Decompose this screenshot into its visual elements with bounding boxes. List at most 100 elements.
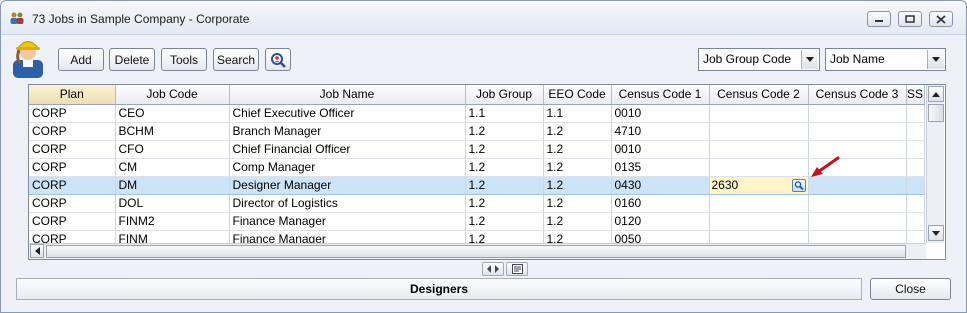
cell-plan[interactable]: CORP: [29, 104, 116, 123]
cell-census-code-1[interactable]: 0010: [611, 104, 710, 123]
cell-census-code-3[interactable]: [808, 212, 907, 231]
cell-job-code[interactable]: BCHM: [115, 122, 230, 141]
cell-census-code-2[interactable]: [709, 122, 809, 141]
census-code-2-editor[interactable]: 2630: [709, 175, 809, 195]
cell-census-code-1[interactable]: 4710: [611, 122, 710, 141]
cell-plan[interactable]: CORP: [29, 194, 116, 213]
cell-eeo-code[interactable]: 1.2: [543, 140, 612, 159]
cell-job-group[interactable]: 1.2: [465, 140, 544, 159]
horizontal-scroll-thumb[interactable]: [46, 245, 906, 258]
cell-job-name[interactable]: Finance Manager: [229, 212, 466, 231]
minimize-icon: [875, 20, 883, 22]
split-toggle-button[interactable]: [482, 262, 504, 276]
cell-job-group[interactable]: 1.2: [465, 175, 544, 195]
vertical-scrollbar[interactable]: [926, 85, 944, 243]
cell-job-name[interactable]: Director of Logistics: [229, 194, 466, 213]
scroll-down-button[interactable]: [928, 225, 944, 241]
cell-census-code-1[interactable]: 0160: [611, 194, 710, 213]
cell-census-code-2[interactable]: [709, 158, 809, 177]
column-header-census-code-1[interactable]: Census Code 1: [611, 85, 710, 105]
cell-job-name[interactable]: Chief Executive Officer: [229, 104, 466, 123]
cell-eeo-code[interactable]: 1.2: [543, 175, 612, 195]
cell-job-group[interactable]: 1.2: [465, 194, 544, 213]
cell-eeo-code[interactable]: 1.2: [543, 158, 612, 177]
cell-eeo-code[interactable]: 1.2: [543, 212, 612, 231]
table-row[interactable]: CORP DOL Director of Logistics 1.2 1.2 0…: [29, 194, 925, 213]
detail-view-button[interactable]: [506, 262, 528, 276]
column-header-job-group[interactable]: Job Group: [465, 85, 544, 105]
cell-eeo-code[interactable]: 1.2: [543, 194, 612, 213]
delete-button[interactable]: Delete: [109, 48, 155, 71]
horizontal-scrollbar[interactable]: [29, 243, 926, 259]
cell-census-code-1[interactable]: 0430: [611, 175, 710, 195]
column-header-census-code-2[interactable]: Census Code 2: [709, 85, 809, 105]
cell-census-code-1[interactable]: 0135: [611, 158, 710, 177]
minimize-button[interactable]: [867, 11, 891, 27]
window-close-button[interactable]: [929, 11, 953, 27]
cell-census-code-2[interactable]: [709, 140, 809, 159]
cell-census-code-3[interactable]: [808, 122, 907, 141]
cell-ss[interactable]: [906, 140, 925, 159]
table-row[interactable]: CORP BCHM Branch Manager 1.2 1.2 4710: [29, 122, 925, 141]
column-header-ss[interactable]: SS: [906, 85, 925, 105]
cell-plan[interactable]: CORP: [29, 175, 116, 195]
status-text: Designers: [409, 282, 469, 296]
close-button[interactable]: Close: [870, 278, 951, 300]
cell-census-code-1[interactable]: 0120: [611, 212, 710, 231]
cell-job-code[interactable]: CEO: [115, 104, 230, 123]
find-person-button[interactable]: [265, 48, 291, 71]
cell-census-code-3[interactable]: [808, 104, 907, 123]
table-row[interactable]: CORP CEO Chief Executive Officer 1.1 1.1…: [29, 104, 925, 123]
tools-button[interactable]: Tools: [161, 48, 207, 71]
cell-job-name[interactable]: Designer Manager: [229, 175, 466, 195]
scroll-left-button[interactable]: [30, 244, 44, 258]
table-row[interactable]: CORP CM Comp Manager 1.2 1.2 0135: [29, 158, 925, 177]
cell-job-code[interactable]: FINM2: [115, 212, 230, 231]
cell-job-name[interactable]: Comp Manager: [229, 158, 466, 177]
maximize-button[interactable]: [898, 11, 922, 27]
cell-ss[interactable]: [906, 194, 925, 213]
cell-ss[interactable]: [906, 175, 925, 195]
cell-job-name[interactable]: Chief Financial Officer: [229, 140, 466, 159]
cell-job-group[interactable]: 1.2: [465, 212, 544, 231]
vertical-scroll-thumb[interactable]: [928, 104, 944, 122]
add-button[interactable]: Add: [58, 48, 104, 71]
lookup-button[interactable]: [791, 178, 806, 192]
cell-plan[interactable]: CORP: [29, 212, 116, 231]
cell-census-code-2[interactable]: [709, 194, 809, 213]
job-name-select[interactable]: Job Name: [825, 48, 946, 71]
cell-job-name[interactable]: Branch Manager: [229, 122, 466, 141]
column-header-job-name[interactable]: Job Name: [229, 85, 466, 105]
cell-ss[interactable]: [906, 104, 925, 123]
scroll-up-button[interactable]: [928, 86, 944, 102]
census-code-2-value[interactable]: 2630: [712, 178, 739, 192]
cell-ss[interactable]: [906, 158, 925, 177]
cell-job-group[interactable]: 1.2: [465, 158, 544, 177]
column-header-eeo-code[interactable]: EEO Code: [543, 85, 612, 105]
cell-plan[interactable]: CORP: [29, 140, 116, 159]
cell-eeo-code[interactable]: 1.1: [543, 104, 612, 123]
job-group-code-select[interactable]: Job Group Code: [698, 48, 820, 71]
cell-job-group[interactable]: 1.2: [465, 122, 544, 141]
cell-eeo-code[interactable]: 1.2: [543, 122, 612, 141]
cell-ss[interactable]: [906, 122, 925, 141]
cell-job-code[interactable]: CFO: [115, 140, 230, 159]
column-header-plan[interactable]: Plan: [29, 85, 116, 105]
column-header-job-code[interactable]: Job Code: [115, 85, 230, 105]
search-button[interactable]: Search: [213, 48, 259, 71]
column-header-census-code-3[interactable]: Census Code 3: [808, 85, 907, 105]
cell-census-code-3[interactable]: [808, 194, 907, 213]
cell-census-code-2[interactable]: [709, 104, 809, 123]
cell-job-code[interactable]: DOL: [115, 194, 230, 213]
table-row[interactable]: CORP CFO Chief Financial Officer 1.2 1.2…: [29, 140, 925, 159]
cell-job-group[interactable]: 1.1: [465, 104, 544, 123]
cell-ss[interactable]: [906, 212, 925, 231]
cell-plan[interactable]: CORP: [29, 158, 116, 177]
cell-job-code[interactable]: DM: [115, 175, 230, 195]
cell-census-code-2[interactable]: [709, 212, 809, 231]
cell-plan[interactable]: CORP: [29, 122, 116, 141]
cell-job-code[interactable]: CM: [115, 158, 230, 177]
table-row-selected[interactable]: CORP DM Designer Manager 1.2 1.2 0430 26…: [29, 175, 925, 195]
cell-census-code-1[interactable]: 0010: [611, 140, 710, 159]
table-row[interactable]: CORP FINM2 Finance Manager 1.2 1.2 0120: [29, 212, 925, 231]
